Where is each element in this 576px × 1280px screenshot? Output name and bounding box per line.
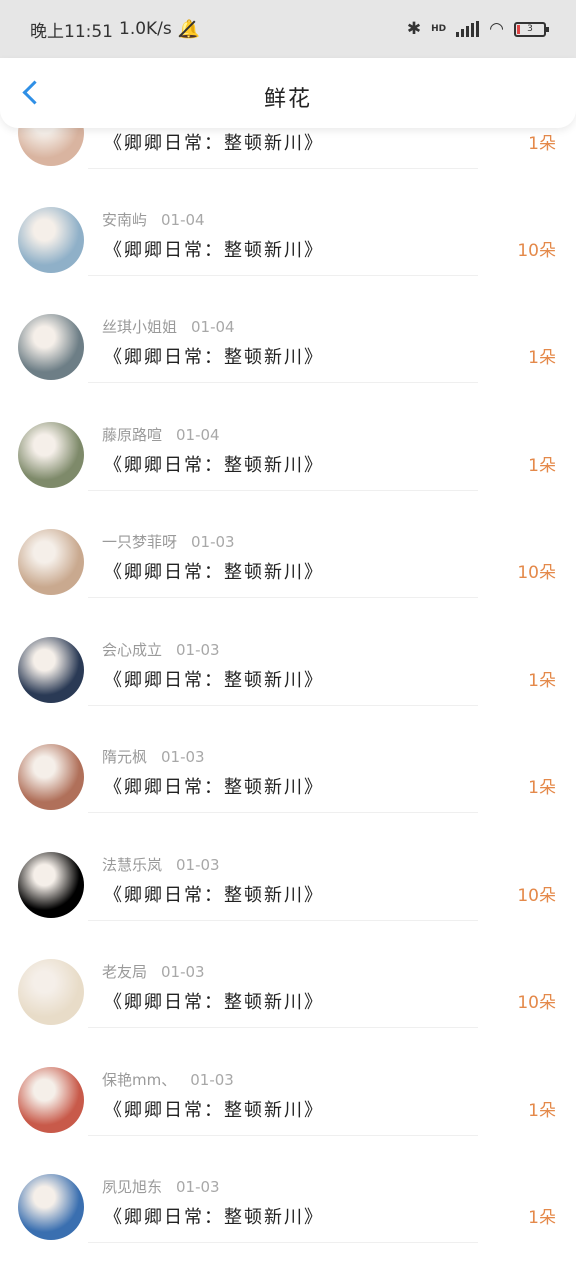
book-title: 《卿卿日常：整顿新川》 <box>104 240 324 261</box>
battery-icon: 3 <box>514 21 549 37</box>
divider <box>88 1242 478 1243</box>
flower-amount: 1朵 <box>528 778 556 798</box>
gift-meta: 丝琪小姐姐 01-04 <box>102 316 235 337</box>
divider <box>88 275 478 276</box>
gift-date: 01-04 <box>191 318 235 336</box>
wifi-icon: ◠ <box>489 19 504 39</box>
flower-amount: 10朵 <box>517 241 556 261</box>
list-item[interactable]: 隋元枫 01-03 《卿卿日常：整顿新川》 1朵 <box>0 712 576 819</box>
book-title: 《卿卿日常：整顿新川》 <box>104 992 324 1013</box>
book-title: 《卿卿日常：整顿新川》 <box>104 133 324 154</box>
divider <box>88 1027 478 1028</box>
hd-icon: HD <box>431 23 447 34</box>
gift-meta: 法慧乐岚 01-03 <box>102 854 220 875</box>
avatar[interactable] <box>18 1067 84 1133</box>
battery-level: 3 <box>527 23 533 34</box>
gift-date: 01-03 <box>176 641 220 659</box>
book-title: 《卿卿日常：整顿新川》 <box>104 347 324 368</box>
list-item[interactable]: 老友局 01-03 《卿卿日常：整顿新川》 10朵 <box>0 927 576 1034</box>
list-item[interactable]: 夙见旭东 01-03 《卿卿日常：整顿新川》 1朵 <box>0 1142 576 1249</box>
avatar[interactable] <box>18 422 84 488</box>
flower-amount: 10朵 <box>517 993 556 1013</box>
flower-amount: 1朵 <box>528 348 556 368</box>
book-title: 《卿卿日常：整顿新川》 <box>104 455 324 476</box>
divider <box>88 490 478 491</box>
user-name[interactable]: 老友局 <box>102 963 147 981</box>
flower-amount: 10朵 <box>517 886 556 906</box>
mute-bell-icon: 🔔 <box>177 18 201 40</box>
nav-bar: 鲜花 <box>0 58 576 128</box>
gift-date: 01-03 <box>176 1178 220 1196</box>
avatar[interactable] <box>18 529 84 595</box>
flower-amount: 1朵 <box>528 1101 556 1121</box>
divider <box>88 1135 478 1136</box>
bluetooth-icon: ✱ <box>406 19 422 39</box>
book-title: 《卿卿日常：整顿新川》 <box>104 562 324 583</box>
status-bar: 晚上11:51 1.0K/s 🔔 ✱ HD ◠ 3 <box>0 0 576 58</box>
list-item[interactable]: 丝琪小姐姐 01-04 《卿卿日常：整顿新川》 1朵 <box>0 282 576 389</box>
list-item[interactable]: 一只梦菲呀 01-03 《卿卿日常：整顿新川》 10朵 <box>0 497 576 604</box>
gift-meta: 老友局 01-03 <box>102 961 205 982</box>
gift-date: 01-03 <box>161 748 205 766</box>
divider <box>88 597 478 598</box>
gift-meta: 保艳mm、 01-03 <box>102 1069 234 1090</box>
book-title: 《卿卿日常：整顿新川》 <box>104 885 324 906</box>
gift-meta: 一只梦菲呀 01-03 <box>102 531 235 552</box>
list-item[interactable]: 安南屿 01-04 《卿卿日常：整顿新川》 10朵 <box>0 175 576 282</box>
user-name[interactable]: 会心成立 <box>102 641 162 659</box>
user-name[interactable]: 夙见旭东 <box>102 1178 162 1196</box>
flower-amount: 1朵 <box>528 456 556 476</box>
divider <box>88 812 478 813</box>
page-title: 鲜花 <box>263 87 312 112</box>
list-item[interactable]: 法慧乐岚 01-03 《卿卿日常：整顿新川》 10朵 <box>0 820 576 927</box>
user-name[interactable]: 安南屿 <box>102 211 147 229</box>
list-item[interactable]: 藤原路喧 01-04 《卿卿日常：整顿新川》 1朵 <box>0 390 576 497</box>
status-right: ✱ HD ◠ 3 <box>406 19 549 39</box>
avatar[interactable] <box>18 314 84 380</box>
flower-amount: 1朵 <box>528 671 556 691</box>
gift-date: 01-04 <box>161 211 205 229</box>
network-speed: 1.0K/s <box>119 19 172 39</box>
user-name[interactable]: 法慧乐岚 <box>102 856 162 874</box>
user-name[interactable]: 一只梦菲呀 <box>102 533 177 551</box>
divider <box>88 920 478 921</box>
avatar[interactable] <box>18 852 84 918</box>
flower-amount: 1朵 <box>528 1208 556 1228</box>
gift-meta: 隋元枫 01-03 <box>102 746 205 767</box>
list-item[interactable]: 会心成立 01-03 《卿卿日常：整顿新川》 1朵 <box>0 605 576 712</box>
status-left: 晚上11:51 1.0K/s 🔔 <box>30 17 200 42</box>
gift-date: 01-03 <box>191 533 235 551</box>
gift-date: 01-03 <box>161 963 205 981</box>
divider <box>88 705 478 706</box>
avatar[interactable] <box>18 744 84 810</box>
gift-meta: 会心成立 01-03 <box>102 639 220 660</box>
signal-icon <box>456 21 480 37</box>
list-item[interactable]: 保艳mm、 01-03 《卿卿日常：整顿新川》 1朵 <box>0 1035 576 1142</box>
status-time: 晚上11:51 <box>30 21 113 42</box>
flower-amount: 1朵 <box>528 134 556 154</box>
flower-amount: 10朵 <box>517 563 556 583</box>
book-title: 《卿卿日常：整顿新川》 <box>104 1207 324 1228</box>
user-name[interactable]: 丝琪小姐姐 <box>102 318 177 336</box>
user-name[interactable]: 隋元枫 <box>102 748 147 766</box>
gift-meta: 安南屿 01-04 <box>102 209 205 230</box>
user-name[interactable]: 藤原路喧 <box>102 426 162 444</box>
gift-meta: 夙见旭东 01-03 <box>102 1176 220 1197</box>
gift-date: 01-04 <box>176 426 220 444</box>
avatar[interactable] <box>18 207 84 273</box>
avatar[interactable] <box>18 959 84 1025</box>
gift-date: 01-03 <box>190 1071 234 1089</box>
book-title: 《卿卿日常：整顿新川》 <box>104 670 324 691</box>
avatar[interactable] <box>18 1174 84 1240</box>
book-title: 《卿卿日常：整顿新川》 <box>104 1100 324 1121</box>
divider <box>88 382 478 383</box>
gift-list[interactable]: 苍泊绿秋01-04《卿卿日常：整顿新川》1朵安南屿01-04《卿卿日常：整顿新川… <box>0 100 576 1280</box>
gift-date: 01-03 <box>176 856 220 874</box>
gift-meta: 藤原路喧 01-04 <box>102 424 220 445</box>
user-name[interactable]: 保艳mm、 <box>102 1071 176 1089</box>
avatar[interactable] <box>18 637 84 703</box>
book-title: 《卿卿日常：整顿新川》 <box>104 777 324 798</box>
divider <box>88 168 478 169</box>
list-fade <box>0 1268 576 1280</box>
